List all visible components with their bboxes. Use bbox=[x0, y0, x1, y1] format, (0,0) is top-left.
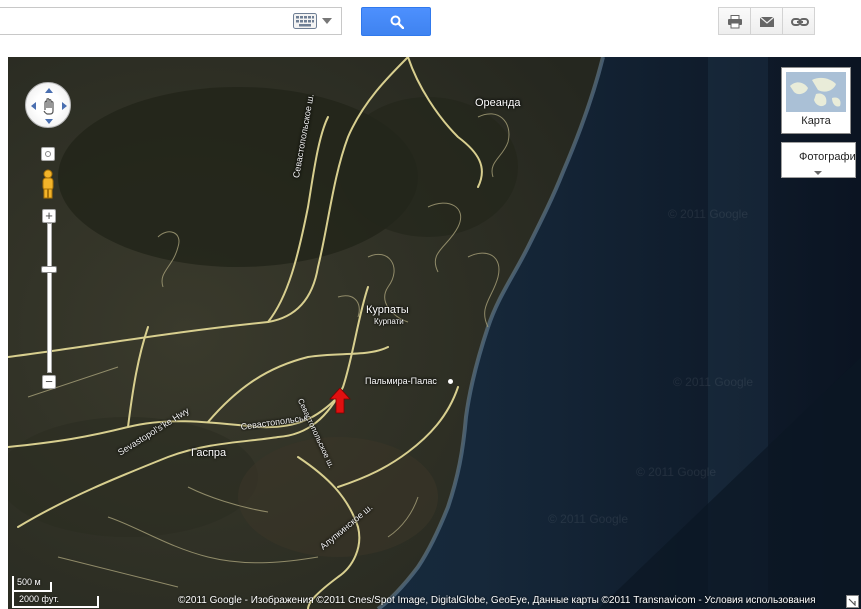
map-thumbnail bbox=[786, 72, 846, 112]
keyboard-icon[interactable] bbox=[293, 13, 317, 29]
street-view-control[interactable] bbox=[37, 147, 59, 209]
poi-dot[interactable] bbox=[448, 379, 453, 384]
zoom-in-button[interactable]: + bbox=[42, 209, 56, 223]
keyboard-dropdown-icon[interactable] bbox=[322, 18, 332, 24]
collapse-icon bbox=[848, 598, 856, 606]
place-label-gaspra[interactable]: Гаспра bbox=[191, 447, 226, 459]
map-watermark: © 2011 Google bbox=[636, 465, 717, 479]
share-toolbar bbox=[718, 7, 815, 35]
zoom-control: + − bbox=[41, 209, 57, 395]
map-scale: 500 м 2000 фут. bbox=[12, 576, 102, 608]
place-label-kurpaty-sub: Курпати bbox=[374, 317, 404, 326]
pegman-icon[interactable] bbox=[40, 169, 56, 199]
photos-label: Фотографии bbox=[799, 151, 856, 163]
email-button[interactable] bbox=[750, 7, 783, 35]
scale-imperial: 2000 фут. bbox=[19, 594, 59, 604]
collapse-overview-button[interactable] bbox=[846, 595, 859, 608]
print-button[interactable] bbox=[718, 7, 751, 35]
copyright-notice[interactable]: ©2011 Google - Изображения ©2011 Cnes/Sp… bbox=[178, 593, 816, 609]
place-label-oreanda[interactable]: Ореанда bbox=[475, 97, 521, 109]
red-arrow-marker-icon[interactable] bbox=[329, 388, 351, 414]
search-input[interactable] bbox=[0, 7, 342, 35]
print-icon bbox=[728, 15, 742, 29]
map-watermark: © 2011 Google bbox=[673, 375, 754, 389]
map-watermark: © 2011 Google bbox=[548, 512, 629, 526]
zoom-out-button[interactable]: − bbox=[42, 375, 56, 389]
map-watermark: © 2011 Google bbox=[668, 207, 749, 221]
zoom-track[interactable] bbox=[47, 223, 52, 373]
place-label-palmira[interactable]: Пальмира-Палас bbox=[365, 376, 437, 386]
link-button[interactable] bbox=[782, 7, 815, 35]
map-type-label: Карта bbox=[801, 115, 831, 127]
zoom-slider-handle[interactable] bbox=[41, 266, 57, 273]
search-icon bbox=[390, 15, 404, 29]
satellite-imagery bbox=[8, 57, 861, 609]
chevron-down-icon[interactable] bbox=[814, 171, 822, 175]
scale-metric: 500 м bbox=[17, 577, 41, 587]
pan-control[interactable] bbox=[25, 82, 71, 128]
pan-arrows-icon bbox=[31, 88, 67, 124]
link-icon bbox=[791, 18, 809, 26]
photos-layer-button[interactable]: Фотографии bbox=[781, 142, 856, 178]
place-label-kurpaty[interactable]: Курпаты bbox=[366, 304, 409, 316]
search-button[interactable] bbox=[361, 7, 431, 36]
satellite-map[interactable]: © 2011 Google © 2011 Google © 2011 Googl… bbox=[8, 57, 861, 609]
email-icon bbox=[759, 16, 775, 27]
map-type-toggle[interactable]: Карта bbox=[781, 67, 851, 134]
top-search-bar bbox=[0, 0, 861, 57]
